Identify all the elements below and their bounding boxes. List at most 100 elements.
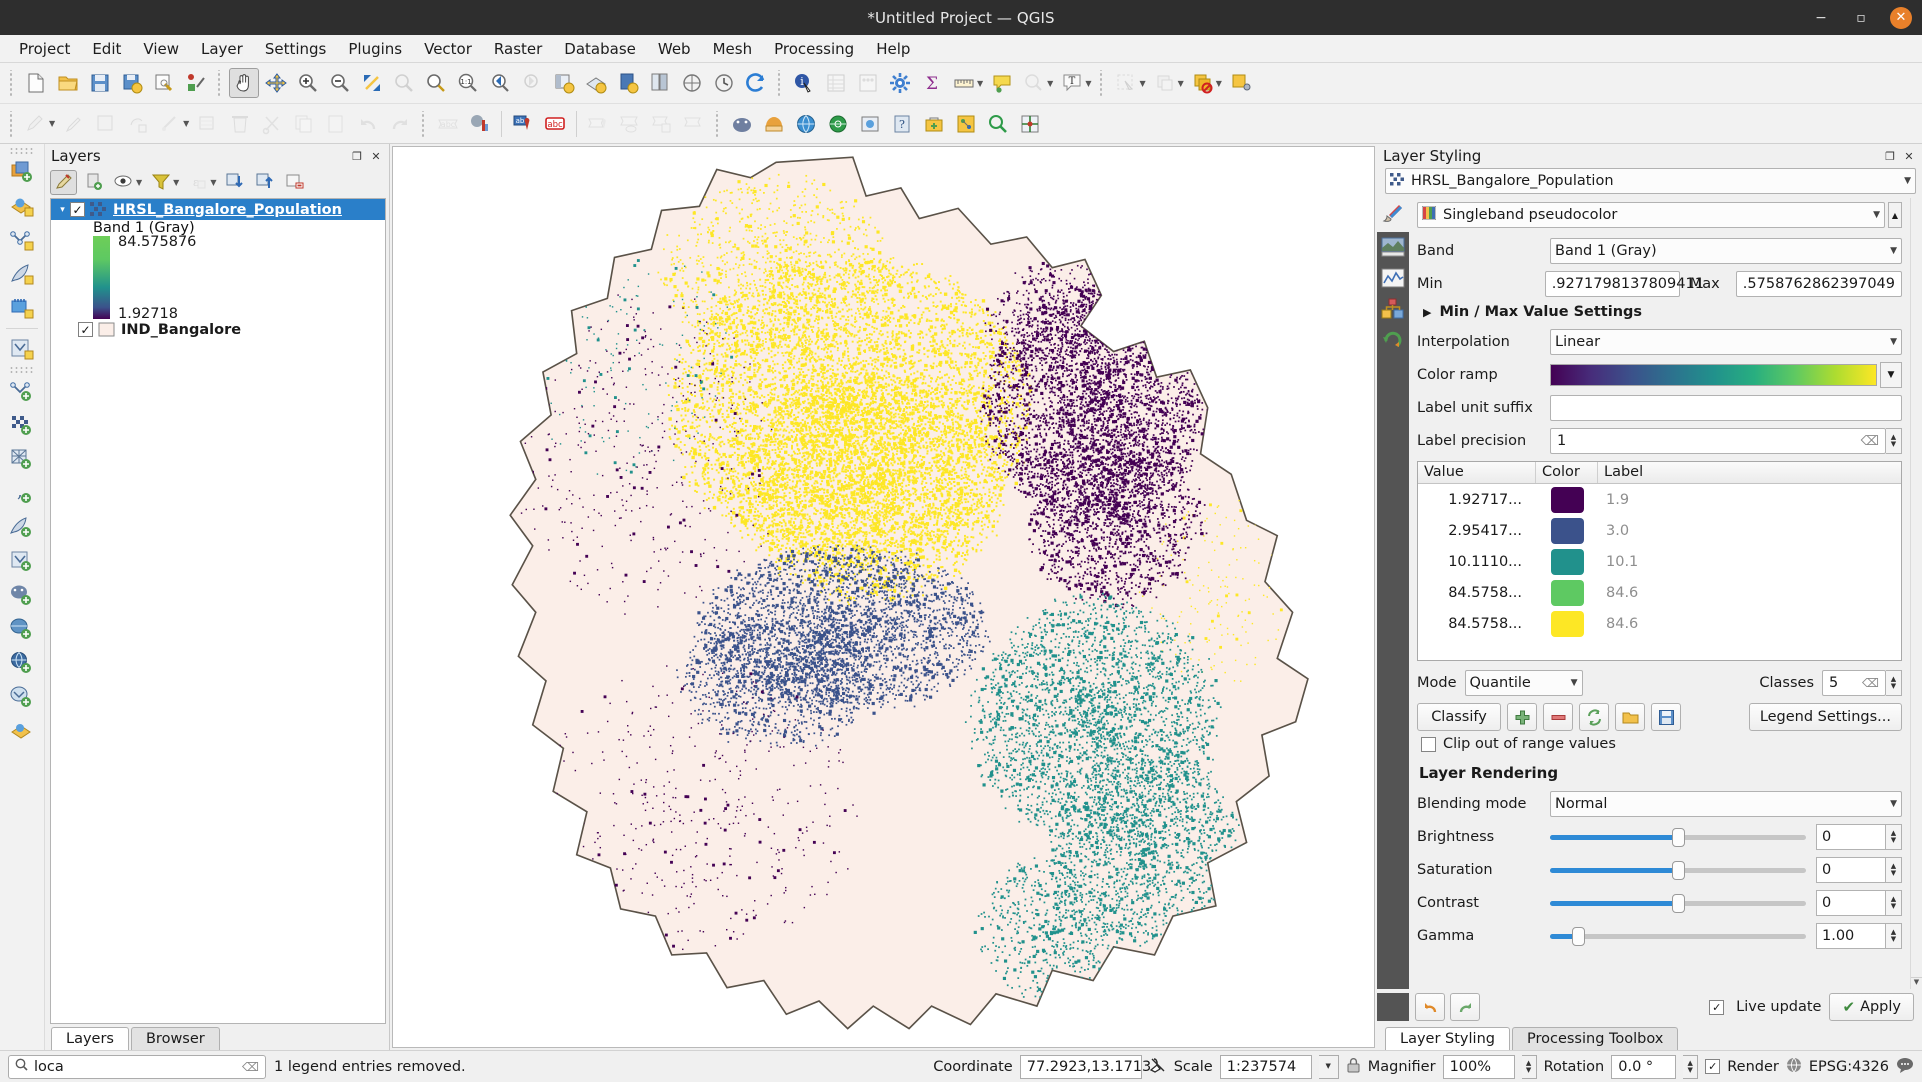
zoom-last-icon[interactable] bbox=[485, 68, 515, 98]
toolbar-grip-2[interactable] bbox=[215, 70, 225, 96]
class-value[interactable]: 10.1110... bbox=[1418, 554, 1536, 570]
toolbar2-grip[interactable] bbox=[7, 110, 17, 137]
renderer-chevron-down-icon[interactable]: ▼ bbox=[1867, 210, 1880, 220]
new-virtual-layer-icon[interactable] bbox=[5, 333, 39, 365]
delete-selected-icon[interactable] bbox=[225, 109, 255, 139]
zoom-in-icon[interactable] bbox=[293, 68, 323, 98]
chevron-down-icon[interactable]: ▼ bbox=[1898, 176, 1911, 186]
rotation-field[interactable]: 0.0 ° bbox=[1611, 1054, 1677, 1079]
save-project-as-icon[interactable] bbox=[117, 68, 147, 98]
change-label-icon[interactable] bbox=[647, 109, 677, 139]
add-mesh-layer-feather-icon[interactable] bbox=[5, 258, 39, 290]
class-value[interactable]: 1.92717... bbox=[1418, 492, 1536, 508]
class-color-cell[interactable] bbox=[1536, 517, 1598, 544]
render-checkbox[interactable]: ✓ bbox=[1705, 1059, 1721, 1074]
remove-class-button[interactable] bbox=[1543, 703, 1573, 731]
layer-visibility-checkbox-raster[interactable]: ✓ bbox=[70, 202, 85, 217]
map-canvas-container[interactable] bbox=[392, 146, 1375, 1048]
add-group-icon[interactable] bbox=[80, 170, 107, 195]
toolbar-grip[interactable] bbox=[7, 70, 17, 96]
apply-button[interactable]: ✔ Apply bbox=[1829, 993, 1914, 1021]
histogram-icon[interactable] bbox=[1380, 266, 1406, 290]
open-data-source-manager-icon[interactable] bbox=[5, 156, 39, 188]
slider-stepper-contrast[interactable]: ▲ ▼ bbox=[1886, 890, 1902, 916]
left-toolbar-grip-2[interactable] bbox=[9, 366, 35, 374]
identify-features-icon[interactable]: i bbox=[789, 68, 819, 98]
manage-visibility-eye-icon[interactable] bbox=[110, 170, 137, 195]
layer-item-raster[interactable]: ▾ ✓ HRSL_Bangalore_Population bbox=[51, 199, 385, 220]
slider-value-brightness[interactable]: 0 bbox=[1816, 824, 1886, 850]
minmax-expand-triangle-icon[interactable]: ▶ bbox=[1423, 306, 1431, 319]
left-toolbar-grip[interactable] bbox=[9, 147, 35, 155]
add-delimited-text-layer-icon[interactable]: , bbox=[5, 477, 39, 509]
close-button[interactable]: ✕ bbox=[1890, 6, 1912, 29]
menu-raster[interactable]: Raster bbox=[483, 37, 553, 61]
graphical-modeler-icon[interactable] bbox=[951, 109, 981, 139]
maximize-button[interactable]: ▫ bbox=[1850, 7, 1872, 29]
redo-icon[interactable] bbox=[385, 109, 415, 139]
slider-track-gamma[interactable] bbox=[1550, 923, 1806, 949]
legend-settings-button[interactable]: Legend Settings... bbox=[1748, 703, 1902, 731]
color-ramp-preview[interactable] bbox=[1550, 364, 1877, 386]
dock-scroll-up-arrow[interactable]: ▲ bbox=[1888, 202, 1902, 228]
temporal-icon[interactable] bbox=[1380, 328, 1406, 352]
clear-classes-icon[interactable]: ⌫ bbox=[1862, 676, 1879, 690]
class-value[interactable]: 84.5758... bbox=[1418, 585, 1536, 601]
qgis-server-icon[interactable] bbox=[855, 109, 885, 139]
menu-help[interactable]: Help bbox=[865, 37, 921, 61]
open-layer-styling-panel-icon[interactable] bbox=[50, 169, 77, 195]
crs-globe-icon[interactable] bbox=[1786, 1057, 1802, 1077]
menu-settings[interactable]: Settings bbox=[254, 37, 338, 61]
slider-stepper-gamma[interactable]: ▲ ▼ bbox=[1886, 923, 1902, 949]
open-project-icon[interactable] bbox=[53, 68, 83, 98]
tab-processing-toolbox[interactable]: Processing Toolbox bbox=[1511, 1027, 1679, 1050]
search-input[interactable]: loca bbox=[34, 1059, 236, 1075]
class-color-cell[interactable] bbox=[1536, 610, 1598, 637]
menu-layer[interactable]: Layer bbox=[190, 37, 254, 61]
layers-panel-close-icon[interactable]: ✕ bbox=[369, 149, 383, 163]
menu-mesh[interactable]: Mesh bbox=[702, 37, 764, 61]
mode-combo[interactable]: Quantile ▼ bbox=[1464, 670, 1583, 696]
sum-field-icon[interactable]: Σ bbox=[917, 68, 947, 98]
magnifier-field[interactable]: 100% bbox=[1442, 1054, 1515, 1079]
layers-tree[interactable]: ▾ ✓ HRSL_Bangalore_Population Band 1 (Gr… bbox=[50, 198, 386, 1024]
classes-input[interactable]: 5 ⌫ bbox=[1822, 670, 1886, 696]
menu-edit[interactable]: Edit bbox=[81, 37, 132, 61]
slider-stepper-brightness[interactable]: ▲ ▼ bbox=[1886, 824, 1902, 850]
menu-processing[interactable]: Processing bbox=[763, 37, 865, 61]
filter-legend-expression-icon[interactable]: ε bbox=[184, 170, 211, 195]
web-globe-icon[interactable] bbox=[791, 109, 821, 139]
zoom-native-icon[interactable]: 1:1 bbox=[453, 68, 483, 98]
interpolation-combo[interactable]: Linear ▼ bbox=[1550, 329, 1902, 355]
class-label[interactable]: 84.6 bbox=[1598, 616, 1901, 632]
label-precision-stepper[interactable]: ▲ ▼ bbox=[1886, 428, 1902, 454]
layer-selector-combo[interactable]: HRSL_Bangalore_Population ▼ bbox=[1385, 168, 1916, 194]
minmax-settings-group[interactable]: ▶ Min / Max Value Settings bbox=[1423, 304, 1902, 320]
move-label-icon[interactable] bbox=[583, 109, 613, 139]
layer-diagram-icon[interactable] bbox=[465, 109, 495, 139]
class-label[interactable]: 1.9 bbox=[1598, 492, 1901, 508]
color-swatch[interactable] bbox=[1550, 610, 1584, 637]
change-color-button[interactable] bbox=[1579, 703, 1609, 731]
locator-search-box[interactable]: loca ⌫ bbox=[8, 1054, 266, 1079]
color-class-table[interactable]: Value Color Label 1.92717... 1.9 2.95417..… bbox=[1417, 461, 1902, 661]
map-history-icon[interactable] bbox=[709, 68, 739, 98]
add-mesh-layer-icon[interactable] bbox=[5, 443, 39, 475]
class-color-cell[interactable] bbox=[1536, 486, 1598, 513]
clear-precision-icon[interactable]: ⌫ bbox=[1861, 434, 1879, 449]
save-color-map-button[interactable] bbox=[1651, 703, 1681, 731]
show-hide-labels-icon[interactable] bbox=[615, 109, 645, 139]
toolbar2-grip-3[interactable] bbox=[713, 110, 724, 137]
options-gear-icon[interactable] bbox=[885, 68, 915, 98]
scale-dropdown-icon[interactable]: ▼ bbox=[1318, 1054, 1339, 1079]
layers-panel-float-icon[interactable]: ❐ bbox=[350, 149, 364, 163]
transparency-icon[interactable] bbox=[1380, 235, 1406, 259]
copy-features-icon[interactable] bbox=[289, 109, 319, 139]
table-row[interactable]: 2.95417... 3.0 bbox=[1418, 515, 1901, 546]
label-precision-input[interactable]: 1 ⌫ bbox=[1550, 428, 1886, 454]
expression-dropdown-arrow[interactable]: ▼ bbox=[210, 178, 216, 187]
new-print-layout-icon[interactable] bbox=[613, 68, 643, 98]
menu-view[interactable]: View bbox=[132, 37, 190, 61]
add-raster-layer-icon[interactable] bbox=[5, 409, 39, 441]
map-canvas[interactable] bbox=[393, 147, 1374, 1047]
